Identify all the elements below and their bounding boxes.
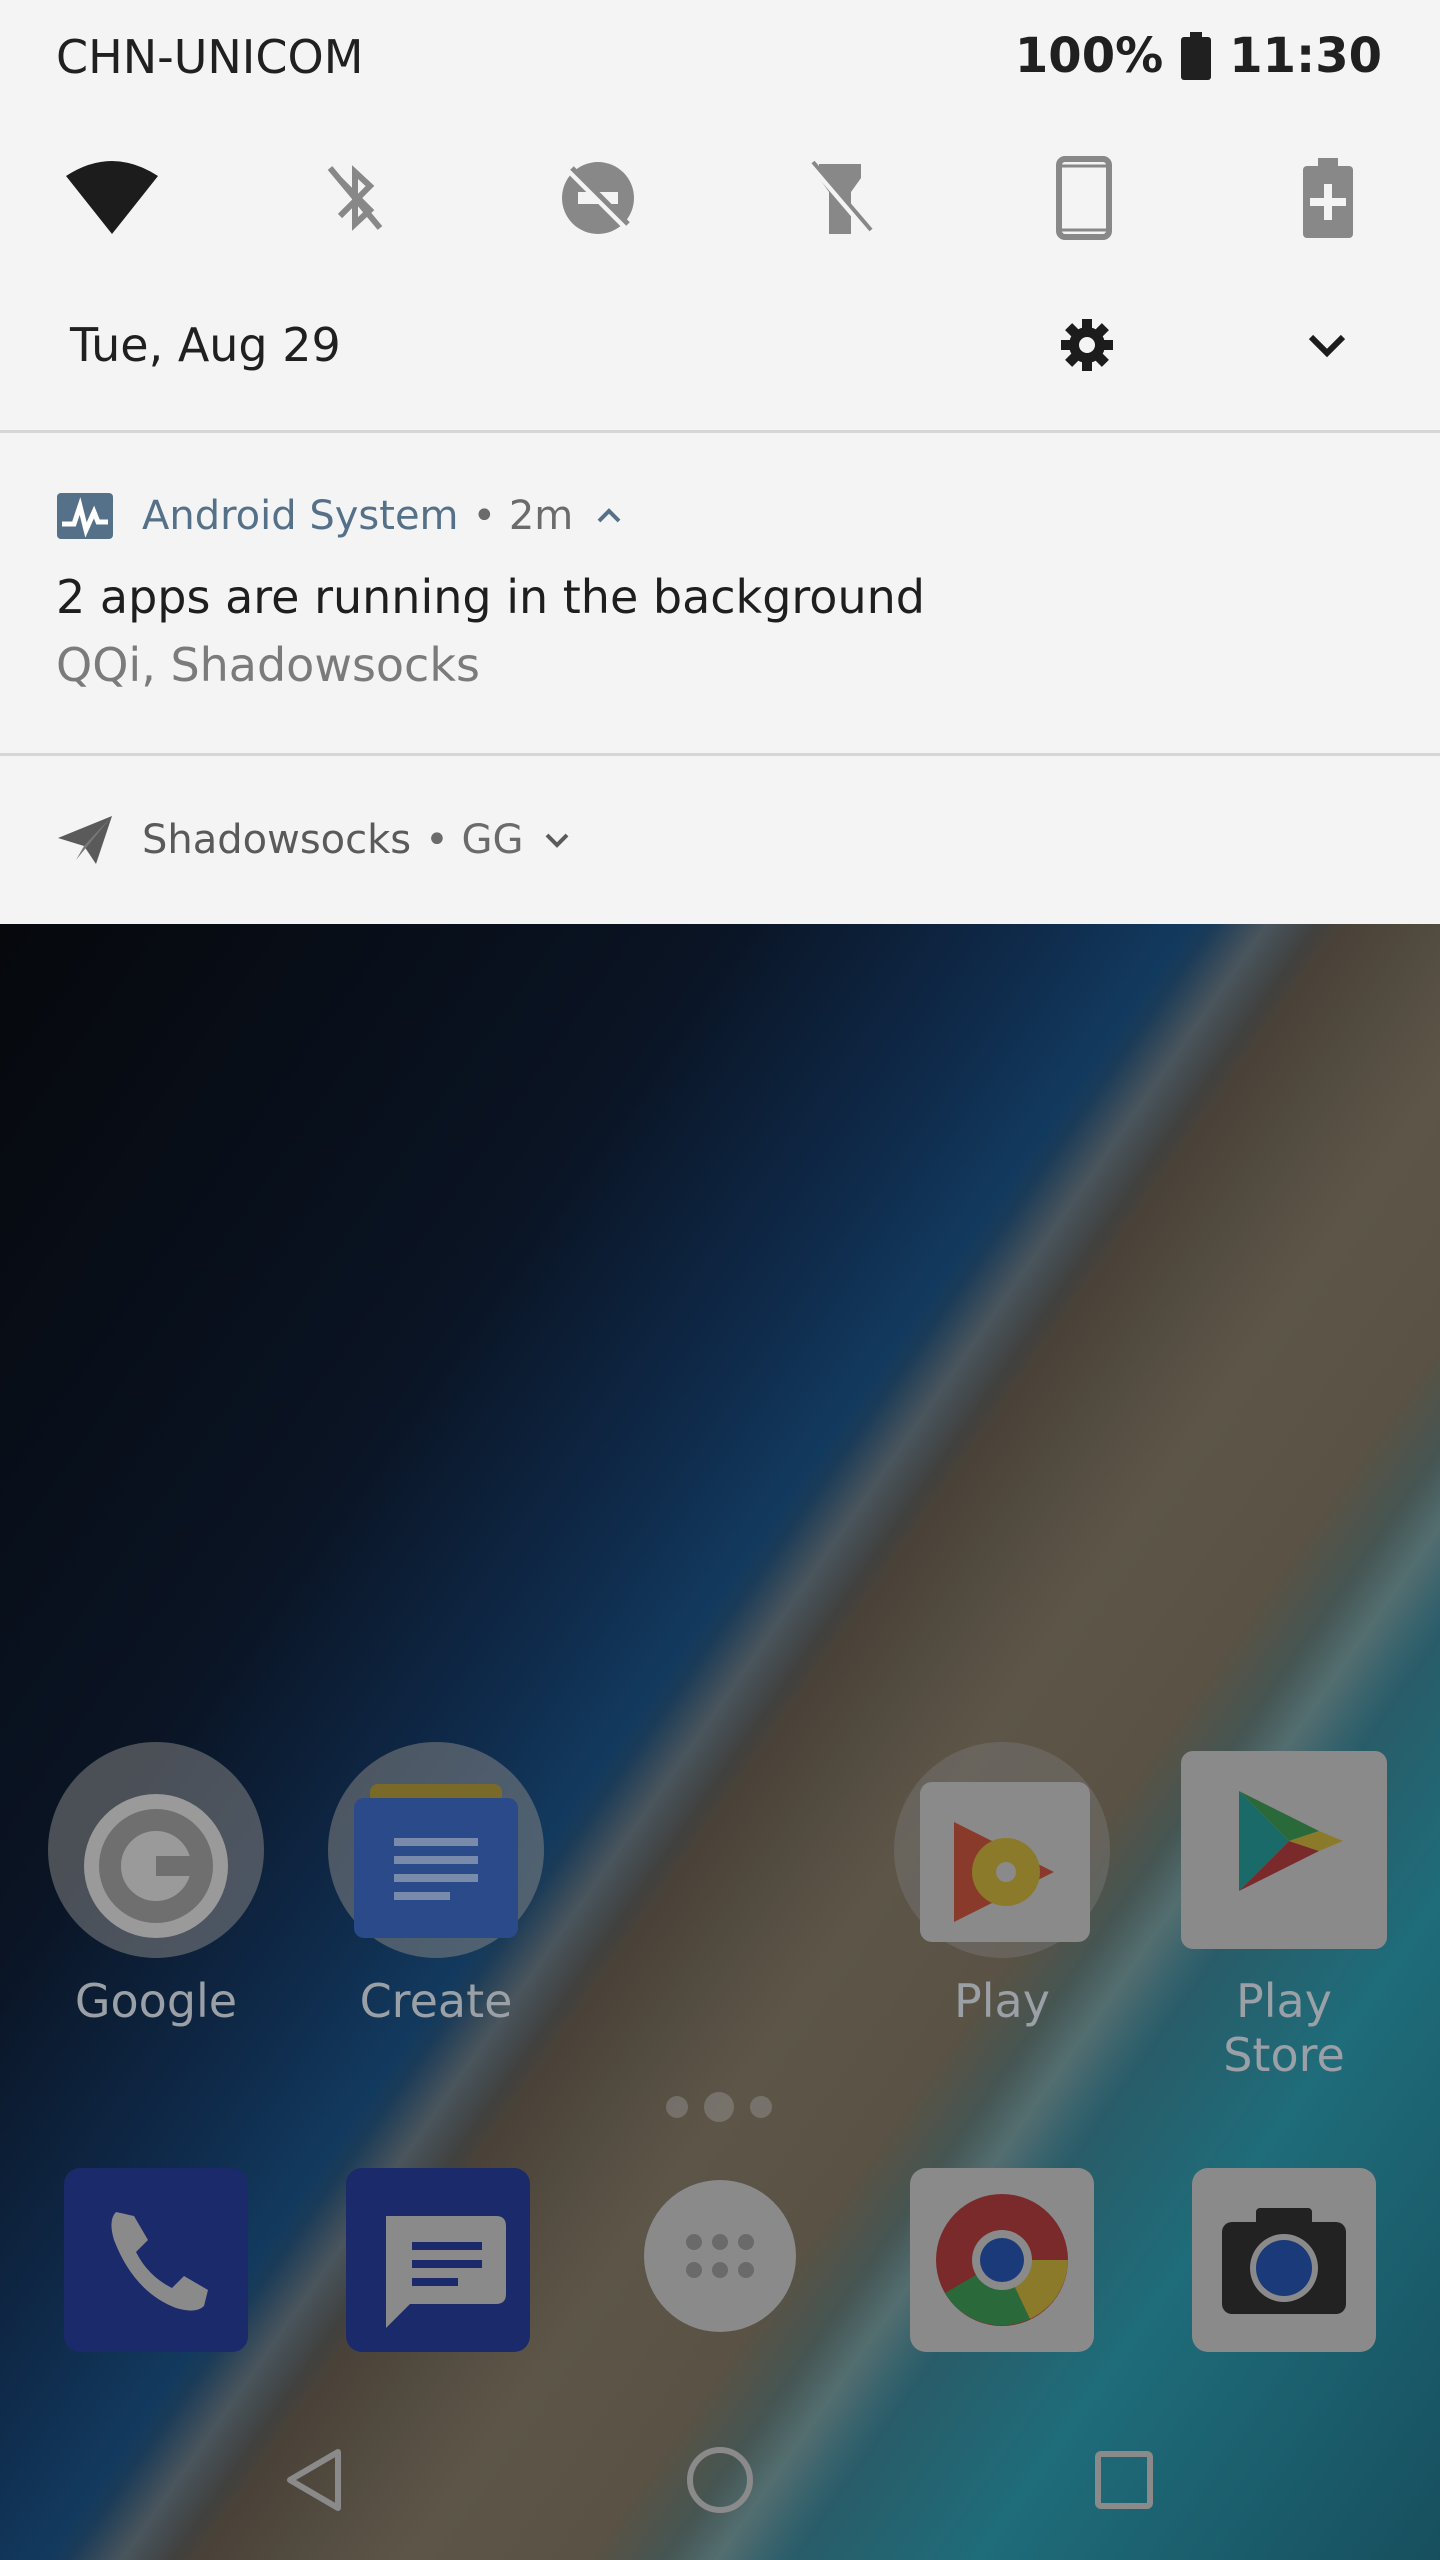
date-label: Tue, Aug 29 — [70, 318, 341, 372]
navigation-bar — [0, 2400, 1440, 2560]
chevron-up-icon[interactable] — [589, 501, 629, 531]
chrome-icon[interactable] — [910, 2168, 1094, 2352]
notification-meta: • GG — [425, 817, 524, 863]
battery-saver-icon[interactable] — [1278, 148, 1378, 248]
notification-shadowsocks[interactable]: Shadowsocks • GG — [0, 810, 1440, 870]
settings-icon[interactable] — [1057, 315, 1117, 375]
clock: 11:30 — [1229, 28, 1382, 84]
auto-rotate-icon[interactable] — [1034, 148, 1134, 248]
wifi-icon[interactable] — [62, 148, 162, 248]
quick-settings — [0, 148, 1440, 248]
messages-icon[interactable] — [346, 2168, 530, 2352]
battery-icon — [1181, 32, 1212, 80]
recents-icon[interactable] — [1084, 2440, 1164, 2520]
status-bar: CHN-UNICOM 100% 11:30 — [0, 0, 1440, 118]
bluetooth-off-icon[interactable] — [305, 148, 405, 248]
notification-title: 2 apps are running in the background — [56, 570, 925, 624]
carrier-name: CHN-UNICOM — [56, 30, 364, 84]
chevron-down-icon[interactable] — [537, 825, 577, 855]
date-row: Tue, Aug 29 — [0, 310, 1440, 400]
notification-text: QQi, Shadowsocks — [56, 638, 480, 692]
app-label: Play — [954, 1974, 1050, 2028]
home-icon[interactable] — [680, 2440, 760, 2520]
paper-plane-icon — [58, 816, 112, 864]
phone-icon[interactable] — [64, 2168, 248, 2352]
battery-percent: 100% — [1014, 28, 1164, 84]
google-icon — [84, 1794, 228, 1938]
back-icon[interactable] — [276, 2440, 356, 2520]
play-music-icon — [920, 1782, 1090, 1942]
camera-icon[interactable] — [1192, 2168, 1376, 2352]
notification-app-name: Shadowsocks — [142, 817, 412, 863]
app-drawer-icon[interactable] — [644, 2180, 796, 2332]
do-not-disturb-off-icon[interactable] — [548, 148, 648, 248]
notification-time: • 2m — [472, 493, 574, 539]
app-label: Play Store — [1223, 1974, 1345, 2082]
notification-shade: CHN-UNICOM 100% 11:30 Tue, Aug 29 Androi… — [0, 0, 1440, 924]
divider — [0, 430, 1440, 433]
android-system-icon — [57, 493, 113, 539]
notification-android-system[interactable]: Android System • 2m 2 apps are running i… — [0, 486, 1440, 726]
docs-icon — [354, 1784, 518, 1938]
chevron-down-icon[interactable] — [1297, 315, 1357, 375]
page-indicator — [660, 2088, 780, 2128]
notification-app-name: Android System — [142, 493, 459, 539]
divider — [0, 753, 1440, 756]
play-store-icon — [1181, 1751, 1387, 1949]
app-label: Create — [359, 1974, 513, 2028]
app-label: Google — [74, 1974, 238, 2028]
flashlight-off-icon[interactable] — [790, 148, 890, 248]
